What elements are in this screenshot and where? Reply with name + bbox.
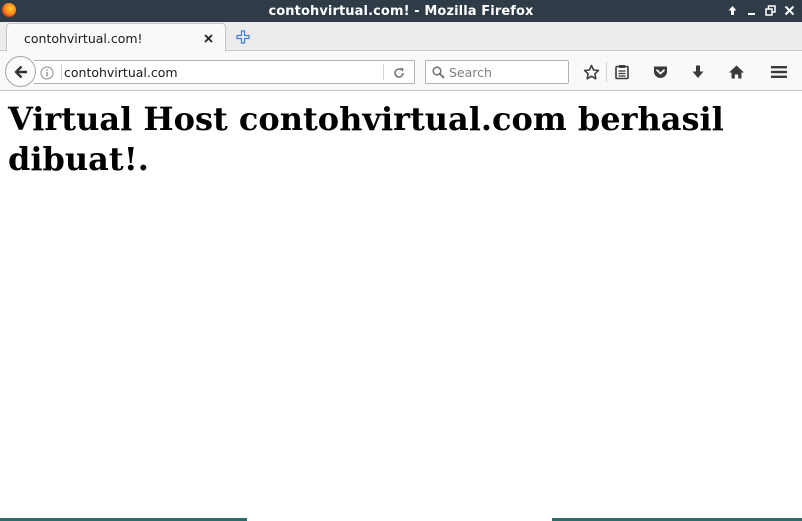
toolbar-divider: [606, 62, 607, 82]
tab-contohvirtual[interactable]: contohvirtual.com!: [6, 23, 226, 52]
download-arrow-icon[interactable]: [687, 61, 709, 83]
keep-above-button[interactable]: [724, 2, 741, 19]
window-controls: [724, 2, 798, 19]
tab-strip: contohvirtual.com!: [0, 22, 802, 52]
page-heading: Virtual Host contohvirtual.com berhasil …: [8, 100, 724, 178]
tab-close-icon[interactable]: [200, 30, 216, 46]
maximize-button[interactable]: [762, 2, 779, 19]
new-tab-plus-icon[interactable]: [234, 28, 252, 46]
home-icon[interactable]: [725, 61, 747, 83]
back-button[interactable]: [5, 56, 36, 87]
search-box[interactable]: [425, 60, 569, 84]
tab-label: contohvirtual.com!: [24, 30, 143, 46]
window-title: contohvirtual.com! - Mozilla Firefox: [268, 3, 534, 19]
url-bar[interactable]: [34, 60, 415, 84]
library-clipboard-icon[interactable]: [611, 61, 633, 83]
url-divider: [383, 64, 384, 80]
window-titlebar: contohvirtual.com! - Mozilla Firefox: [0, 0, 802, 22]
hamburger-menu-icon[interactable]: [768, 61, 790, 83]
close-window-button[interactable]: [781, 2, 798, 19]
site-info-icon[interactable]: [39, 65, 54, 80]
arrow-left-icon: [14, 65, 27, 78]
bookmark-star-icon[interactable]: [580, 61, 602, 83]
url-divider: [61, 64, 62, 80]
magnifier-icon: [431, 65, 446, 80]
minimize-button[interactable]: [743, 2, 760, 19]
navigation-toolbar: [0, 51, 802, 91]
reload-icon[interactable]: [390, 64, 408, 81]
url-input[interactable]: [64, 62, 374, 82]
firefox-logo-icon: [2, 3, 16, 17]
page-content: Virtual Host contohvirtual.com berhasil …: [0, 92, 802, 518]
search-input[interactable]: [449, 62, 564, 82]
pocket-icon[interactable]: [649, 61, 671, 83]
